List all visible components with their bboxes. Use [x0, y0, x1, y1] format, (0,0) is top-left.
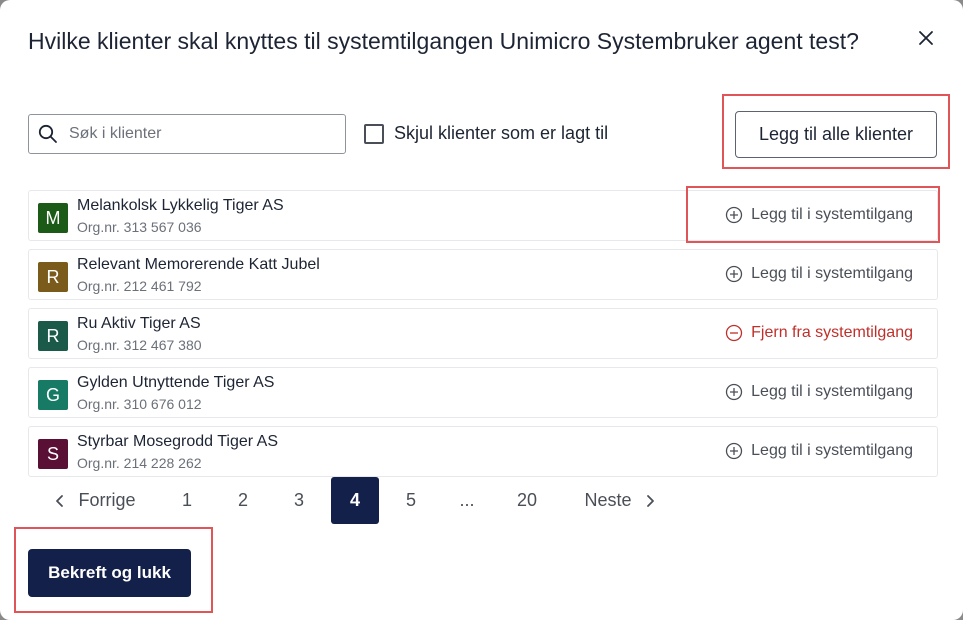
action-label: Legg til i systemtilgang	[751, 265, 913, 282]
hide-added-checkbox[interactable]	[364, 123, 384, 144]
client-avatar: M	[38, 203, 68, 233]
search-field[interactable]	[28, 114, 346, 154]
confirm-and-close-button[interactable]: Bekreft og lukk	[28, 549, 191, 597]
search-input[interactable]	[67, 124, 331, 144]
client-name: Gylden Utnyttende Tiger AS	[77, 374, 275, 391]
client-org-number: Org.nr. 212 461 792	[77, 278, 202, 294]
action-label: Legg til i systemtilgang	[751, 206, 913, 223]
search-icon	[29, 124, 67, 144]
pagination-page-3[interactable]: 3	[279, 477, 319, 524]
pagination-page-5[interactable]: 5	[391, 477, 431, 524]
pagination-page-4-current[interactable]: 4	[331, 477, 379, 524]
client-avatar: R	[38, 321, 68, 351]
plus-circle-icon	[725, 265, 743, 283]
chevron-right-icon	[646, 494, 654, 507]
client-org-number: Org.nr. 310 676 012	[77, 396, 202, 412]
pagination-next-label: Neste	[584, 490, 632, 510]
client-name: Styrbar Mosegrodd Tiger AS	[77, 433, 278, 450]
action-label: Legg til i systemtilgang	[751, 442, 913, 459]
client-org-number: Org.nr. 312 467 380	[77, 337, 202, 353]
hide-added-label: Skjul klienter som er lagt til	[394, 123, 609, 143]
add-to-system-access-button[interactable]: Legg til i systemtilgang	[725, 206, 913, 224]
minus-circle-icon	[726, 324, 743, 342]
client-avatar: G	[38, 380, 68, 410]
plus-circle-icon	[725, 442, 743, 460]
dialog-title: Hvilke klienter skal knyttes til systemt…	[28, 28, 859, 54]
pagination-page-1[interactable]: 1	[167, 477, 207, 524]
client-row: S Styrbar Mosegrodd Tiger AS Org.nr. 214…	[28, 426, 938, 477]
plus-circle-icon	[725, 206, 743, 224]
add-to-system-access-button[interactable]: Legg til i systemtilgang	[725, 442, 913, 460]
client-row: R Ru Aktiv Tiger AS Org.nr. 312 467 380 …	[28, 308, 938, 359]
pagination-previous-label: Forrige	[78, 490, 136, 510]
pagination-ellipsis: ...	[459, 490, 475, 510]
client-name: Relevant Memorerende Katt Jubel	[77, 256, 320, 273]
client-row: M Melankolsk Lykkelig Tiger AS Org.nr. 3…	[28, 190, 938, 241]
remove-from-system-access-button[interactable]: Fjern fra systemtilgang	[725, 324, 913, 342]
add-all-clients-button[interactable]: Legg til alle klienter	[735, 111, 937, 158]
client-org-number: Org.nr. 214 228 262	[77, 455, 202, 471]
client-row: R Relevant Memorerende Katt Jubel Org.nr…	[28, 249, 938, 300]
hide-added-toggle[interactable]: Skjul klienter som er lagt til	[364, 123, 608, 144]
add-to-system-access-button[interactable]: Legg til i systemtilgang	[725, 383, 913, 401]
pagination-next-button[interactable]: Neste	[576, 477, 664, 524]
client-row: G Gylden Utnyttende Tiger AS Org.nr. 310…	[28, 367, 938, 418]
close-button[interactable]	[912, 24, 940, 52]
pagination-page-2[interactable]: 2	[223, 477, 263, 524]
close-icon	[919, 31, 933, 45]
chevron-left-icon	[56, 494, 64, 507]
client-name: Ru Aktiv Tiger AS	[77, 315, 201, 332]
pagination-previous-button[interactable]: Forrige	[48, 477, 142, 524]
dialog: Hvilke klienter skal knyttes til systemt…	[0, 0, 963, 620]
client-avatar: R	[38, 262, 68, 292]
client-name: Melankolsk Lykkelig Tiger AS	[77, 197, 284, 214]
add-to-system-access-button[interactable]: Legg til i systemtilgang	[725, 265, 913, 283]
action-label: Legg til i systemtilgang	[751, 383, 913, 400]
action-label: Fjern fra systemtilgang	[751, 324, 913, 341]
pagination-page-20[interactable]: 20	[507, 477, 547, 524]
client-org-number: Org.nr. 313 567 036	[77, 219, 202, 235]
plus-circle-icon	[725, 383, 743, 401]
client-avatar: S	[38, 439, 68, 469]
